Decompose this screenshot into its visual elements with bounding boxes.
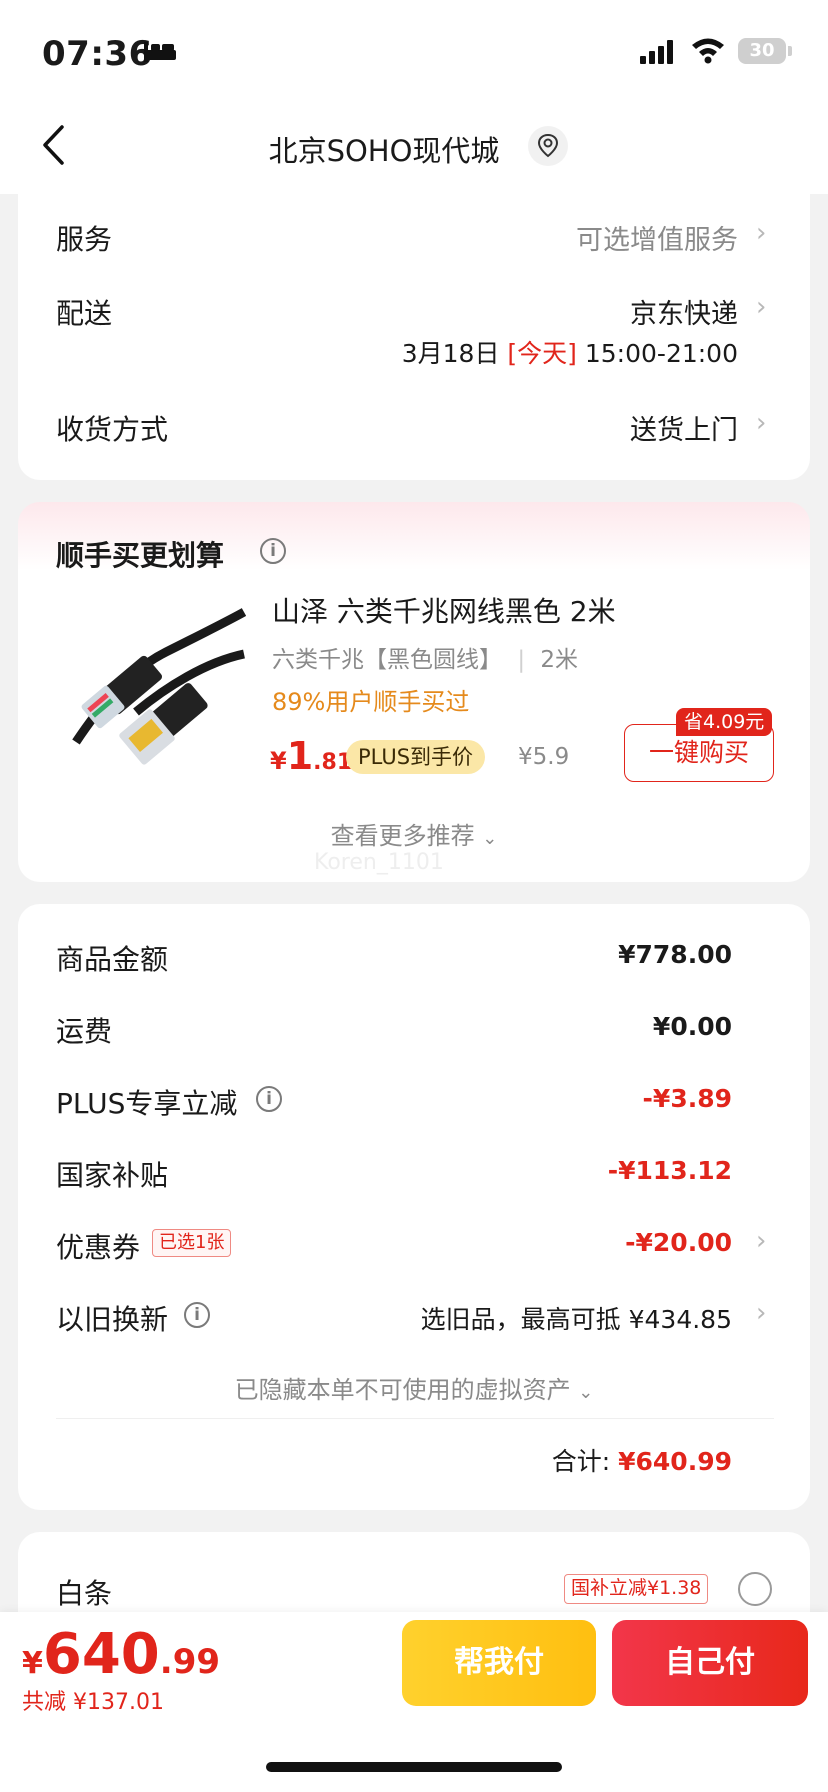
chevron-down-icon: ⌄: [482, 828, 498, 849]
coupon-label: 优惠券: [56, 1231, 141, 1264]
location-pin-icon: [537, 133, 559, 158]
delivery-date: 3月18日: [401, 339, 500, 368]
sleep-focus-icon: [144, 42, 176, 62]
home-indicator[interactable]: [266, 1762, 562, 1772]
status-time: 07:36: [42, 34, 153, 74]
watermark-text: Koren_1101: [314, 850, 444, 875]
self-pay-button[interactable]: 自己付: [612, 1620, 808, 1706]
delivery-today-tag: [今天]: [507, 339, 577, 368]
bought-percentage: 89%用户顺手买过: [272, 688, 470, 716]
total-value: ¥640.99: [618, 1447, 732, 1476]
product-spec: 六类千兆【黑色圆线】 | 2米: [272, 647, 579, 673]
info-icon[interactable]: i: [260, 538, 286, 564]
wifi-icon: [692, 38, 724, 64]
original-price: ¥5.9: [518, 744, 570, 770]
coupon-selected-tag: 已选1张: [152, 1229, 232, 1257]
trade-in-label: 以旧换新: [56, 1303, 169, 1336]
ethernet-cable-image: [72, 608, 246, 765]
bottom-price-decimal: .99: [159, 1642, 221, 1682]
delivery-label: 配送: [56, 297, 113, 330]
service-value[interactable]: 可选增值服务: [576, 218, 738, 257]
info-icon[interactable]: i: [256, 1086, 282, 1112]
national-subsidy-value: -¥113.12: [607, 1156, 732, 1185]
info-icon[interactable]: i: [184, 1302, 210, 1328]
product-spec-main: 六类千兆【黑色圆线】: [272, 647, 502, 673]
price-summary-card: [18, 904, 810, 1510]
location-button[interactable]: [528, 126, 568, 166]
chevron-right-icon[interactable]: ›: [756, 1298, 766, 1328]
product-spec-length: 2米: [540, 647, 579, 673]
delivery-schedule: 3月18日 [今天] 15:00-21:00: [402, 334, 738, 370]
freight-label: 运费: [56, 1015, 113, 1048]
hidden-assets-text: 已隐藏本单不可使用的虚拟资产: [234, 1376, 571, 1404]
baitiao-radio[interactable]: [738, 1572, 772, 1606]
coupon-value[interactable]: -¥20.00: [625, 1228, 732, 1257]
bottom-price-symbol: ¥: [22, 1646, 43, 1681]
service-label: 服务: [56, 223, 113, 256]
bottom-total-price: ¥640.99: [22, 1622, 220, 1687]
delivery-value[interactable]: 京东快递: [630, 292, 738, 331]
save-amount-tag: 省4.09元: [676, 708, 773, 736]
chevron-right-icon[interactable]: ›: [756, 408, 766, 438]
bottom-price-integer: 640: [42, 1622, 160, 1687]
recommend-title: 顺手买更划算: [56, 539, 225, 572]
summary-divider: [56, 1418, 774, 1419]
baitiao-label: 白条: [56, 1577, 113, 1610]
delivery-time: 15:00-21:00: [584, 339, 738, 368]
help-pay-button[interactable]: 帮我付: [402, 1620, 596, 1706]
total-row: 合计: ¥640.99: [552, 1442, 732, 1478]
freight-value: ¥0.00: [652, 1012, 732, 1041]
plus-discount-value: -¥3.89: [642, 1084, 732, 1113]
plus-discount-label: PLUS专享立减: [56, 1087, 238, 1120]
goods-amount-value: ¥778.00: [618, 940, 732, 969]
cellular-signal-icon: [640, 40, 673, 64]
goods-amount-label: 商品金额: [56, 943, 169, 976]
more-recommend-link[interactable]: 查看更多推荐 ⌄: [0, 816, 828, 851]
product-name[interactable]: 山泽 六类千兆网线黑色 2米: [272, 590, 616, 630]
national-subsidy-label: 国家补贴: [56, 1159, 169, 1192]
chevron-right-icon[interactable]: ›: [756, 292, 766, 322]
chevron-right-icon[interactable]: ›: [756, 1226, 766, 1256]
plus-price-badge: PLUS到手价: [346, 740, 486, 774]
receive-label: 收货方式: [56, 413, 169, 446]
product-price: ¥1.81: [270, 734, 352, 778]
price-symbol: ¥: [270, 747, 287, 775]
more-recommend-text: 查看更多推荐: [330, 822, 475, 850]
battery-tip: [788, 46, 792, 56]
trade-in-value[interactable]: 选旧品，最高可抵 ¥434.85: [421, 1300, 732, 1336]
total-label: 合计:: [551, 1447, 611, 1476]
bottom-saved-amount: 共减 ¥137.01: [22, 1690, 164, 1715]
battery-indicator: 30: [738, 38, 786, 64]
page-title: 北京SOHO现代城: [268, 134, 500, 168]
baitiao-subsidy-tag: 国补立减¥1.38: [564, 1574, 709, 1604]
receive-value[interactable]: 送货上门: [630, 408, 738, 447]
chevron-right-icon[interactable]: ›: [756, 218, 766, 248]
price-integer: 1: [286, 734, 314, 778]
chevron-down-icon: ⌄: [578, 1382, 594, 1403]
hidden-assets-link[interactable]: 已隐藏本单不可使用的虚拟资产 ⌄: [0, 1370, 828, 1405]
product-image[interactable]: [56, 592, 246, 782]
